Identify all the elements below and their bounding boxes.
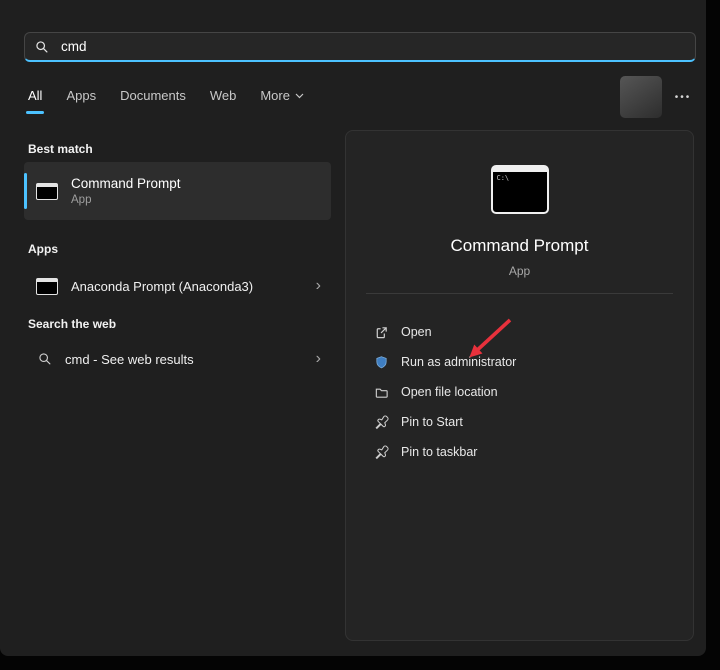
result-subtitle: App: [71, 194, 181, 206]
command-prompt-icon-large: C:\: [491, 165, 549, 214]
result-title: Command Prompt: [71, 176, 181, 191]
admin-shield-icon: [374, 355, 389, 370]
preview-panel: C:\ Command Prompt App Open Run as admin…: [345, 130, 694, 641]
action-open[interactable]: Open: [354, 317, 685, 347]
pin-icon: [374, 445, 389, 460]
action-pin-to-start[interactable]: Pin to Start: [354, 407, 685, 437]
terminal-icon: [36, 278, 58, 295]
open-icon: [374, 325, 389, 340]
action-pin-to-taskbar[interactable]: Pin to taskbar: [354, 437, 685, 467]
result-title: Anaconda Prompt (Anaconda3): [71, 279, 316, 294]
chevron-right-icon: ›: [316, 278, 321, 294]
result-anaconda-prompt[interactable]: Anaconda Prompt (Anaconda3) ›: [24, 264, 331, 308]
tab-more[interactable]: More: [260, 88, 304, 114]
command-prompt-icon: [36, 183, 58, 200]
search-icon: [35, 40, 49, 54]
folder-icon: [374, 385, 389, 400]
apps-heading: Apps: [28, 242, 58, 256]
best-match-heading: Best match: [28, 142, 93, 156]
action-list: Open Run as administrator Open file loca…: [354, 317, 685, 467]
chevron-down-icon: [295, 93, 304, 99]
tab-active-indicator: [26, 111, 44, 114]
search-input[interactable]: [59, 38, 685, 55]
preview-subtitle: App: [346, 264, 693, 278]
result-title: cmd - See web results: [65, 352, 316, 367]
account-tile[interactable]: [620, 76, 662, 118]
prompt-text: C:\: [497, 174, 510, 182]
divider: [366, 293, 673, 294]
search-icon: [38, 352, 52, 366]
result-command-prompt[interactable]: Command Prompt App: [24, 162, 331, 220]
tab-web[interactable]: Web: [210, 88, 237, 114]
tab-apps[interactable]: Apps: [66, 88, 96, 114]
tab-all[interactable]: All: [28, 88, 42, 114]
preview-title: Command Prompt: [346, 236, 693, 256]
selection-indicator: [24, 173, 27, 209]
ellipsis-icon: •••: [675, 92, 692, 103]
action-open-file-location[interactable]: Open file location: [354, 377, 685, 407]
action-run-as-administrator[interactable]: Run as administrator: [354, 347, 685, 377]
web-heading: Search the web: [28, 317, 116, 331]
search-bar: [24, 32, 696, 62]
result-web-search[interactable]: cmd - See web results ›: [24, 338, 331, 380]
search-flyout: All Apps Documents Web More ••• Best mat…: [0, 0, 706, 656]
pin-icon: [374, 415, 389, 430]
search-filter-tabs: All Apps Documents Web More: [28, 88, 304, 114]
options-button[interactable]: •••: [664, 76, 702, 118]
tab-documents[interactable]: Documents: [120, 88, 186, 114]
chevron-right-icon: ›: [316, 351, 321, 367]
